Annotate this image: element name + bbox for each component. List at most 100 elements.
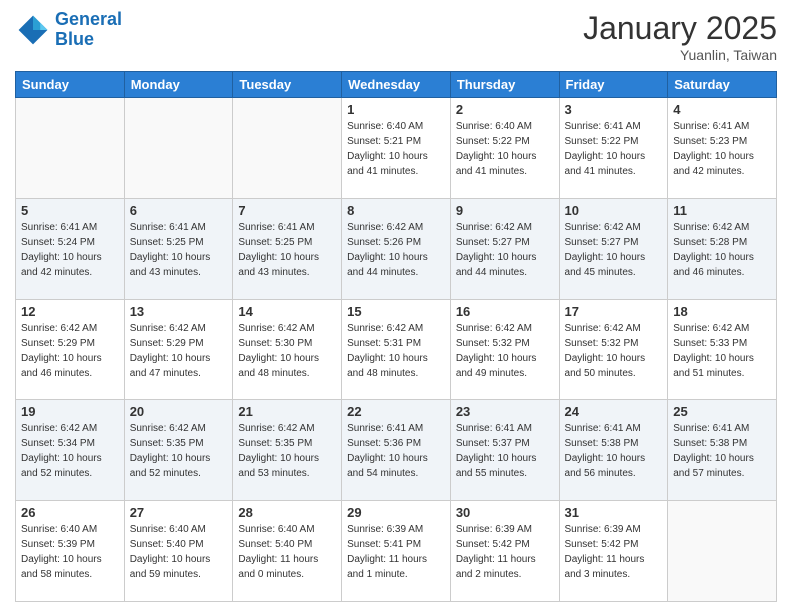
day-number: 27 bbox=[130, 505, 228, 520]
calendar-cell: 14 Sunrise: 6:42 AMSunset: 5:30 PMDayligh… bbox=[233, 299, 342, 400]
day-info: Sunrise: 6:41 AMSunset: 5:38 PMDaylight:… bbox=[673, 421, 771, 481]
day-number: 10 bbox=[565, 203, 663, 218]
day-number: 5 bbox=[21, 203, 119, 218]
calendar-cell: 7 Sunrise: 6:41 AMSunset: 5:25 PMDaylight… bbox=[233, 198, 342, 299]
day-number: 29 bbox=[347, 505, 445, 520]
month-title: January 2025 bbox=[583, 10, 777, 47]
week-row-3: 19 Sunrise: 6:42 AMSunset: 5:34 PMDayligh… bbox=[16, 400, 777, 501]
header: General Blue January 2025 Yuanlin, Taiwa… bbox=[15, 10, 777, 63]
calendar-cell: 29 Sunrise: 6:39 AMSunset: 5:41 PMDayligh… bbox=[342, 501, 451, 602]
day-info: Sunrise: 6:40 AMSunset: 5:40 PMDaylight:… bbox=[130, 522, 228, 582]
day-info: Sunrise: 6:40 AMSunset: 5:22 PMDaylight:… bbox=[456, 119, 554, 179]
col-header-tuesday: Tuesday bbox=[233, 72, 342, 98]
calendar-cell: 27 Sunrise: 6:40 AMSunset: 5:40 PMDayligh… bbox=[124, 501, 233, 602]
day-number: 31 bbox=[565, 505, 663, 520]
calendar-cell: 23Sunrise: 6:41 AMSunset: 5:37 PMDayligh… bbox=[450, 400, 559, 501]
day-info: Sunrise: 6:40 AMSunset: 5:21 PMDaylight:… bbox=[347, 119, 445, 179]
week-row-1: 5Sunrise: 6:41 AMSunset: 5:24 PMDaylight… bbox=[16, 198, 777, 299]
week-row-0: 1 Sunrise: 6:40 AMSunset: 5:21 PMDaylight… bbox=[16, 98, 777, 199]
day-number: 3 bbox=[565, 102, 663, 117]
day-number: 28 bbox=[238, 505, 336, 520]
calendar-cell: 6Sunrise: 6:41 AMSunset: 5:25 PMDaylight… bbox=[124, 198, 233, 299]
day-info: Sunrise: 6:42 AMSunset: 5:35 PMDaylight:… bbox=[238, 421, 336, 481]
day-number: 6 bbox=[130, 203, 228, 218]
calendar-cell: 12 Sunrise: 6:42 AMSunset: 5:29 PMDayligh… bbox=[16, 299, 125, 400]
col-header-saturday: Saturday bbox=[668, 72, 777, 98]
calendar-cell: 22Sunrise: 6:41 AMSunset: 5:36 PMDayligh… bbox=[342, 400, 451, 501]
day-number: 1 bbox=[347, 102, 445, 117]
logo-icon bbox=[15, 12, 51, 48]
day-number: 7 bbox=[238, 203, 336, 218]
day-info: Sunrise: 6:42 AMSunset: 5:29 PMDaylight:… bbox=[130, 321, 228, 381]
day-info: Sunrise: 6:40 AMSunset: 5:39 PMDaylight:… bbox=[21, 522, 119, 582]
calendar-cell: 20Sunrise: 6:42 AMSunset: 5:35 PMDayligh… bbox=[124, 400, 233, 501]
logo-blue: Blue bbox=[55, 29, 94, 49]
day-info: Sunrise: 6:41 AMSunset: 5:25 PMDaylight:… bbox=[238, 220, 336, 280]
day-info: Sunrise: 6:42 AMSunset: 5:34 PMDaylight:… bbox=[21, 421, 119, 481]
calendar-cell: 4 Sunrise: 6:41 AMSunset: 5:23 PMDaylight… bbox=[668, 98, 777, 199]
day-info: Sunrise: 6:42 AMSunset: 5:33 PMDaylight:… bbox=[673, 321, 771, 381]
calendar-cell: 30Sunrise: 6:39 AMSunset: 5:42 PMDayligh… bbox=[450, 501, 559, 602]
day-number: 9 bbox=[456, 203, 554, 218]
calendar-cell bbox=[233, 98, 342, 199]
day-info: Sunrise: 6:41 AMSunset: 5:36 PMDaylight:… bbox=[347, 421, 445, 481]
col-header-wednesday: Wednesday bbox=[342, 72, 451, 98]
day-info: Sunrise: 6:42 AMSunset: 5:30 PMDaylight:… bbox=[238, 321, 336, 381]
calendar-cell: 19 Sunrise: 6:42 AMSunset: 5:34 PMDayligh… bbox=[16, 400, 125, 501]
calendar-cell: 17 Sunrise: 6:42 AMSunset: 5:32 PMDayligh… bbox=[559, 299, 668, 400]
day-number: 23 bbox=[456, 404, 554, 419]
calendar-cell: 31 Sunrise: 6:39 AMSunset: 5:42 PMDayligh… bbox=[559, 501, 668, 602]
day-number: 25 bbox=[673, 404, 771, 419]
calendar-header-row: SundayMondayTuesdayWednesdayThursdayFrid… bbox=[16, 72, 777, 98]
day-info: Sunrise: 6:42 AMSunset: 5:31 PMDaylight:… bbox=[347, 321, 445, 381]
calendar-cell: 13 Sunrise: 6:42 AMSunset: 5:29 PMDayligh… bbox=[124, 299, 233, 400]
calendar-cell: 24Sunrise: 6:41 AMSunset: 5:38 PMDayligh… bbox=[559, 400, 668, 501]
calendar-cell bbox=[124, 98, 233, 199]
calendar-cell: 10Sunrise: 6:42 AMSunset: 5:27 PMDayligh… bbox=[559, 198, 668, 299]
day-number: 8 bbox=[347, 203, 445, 218]
calendar-cell bbox=[668, 501, 777, 602]
col-header-thursday: Thursday bbox=[450, 72, 559, 98]
day-info: Sunrise: 6:42 AMSunset: 5:28 PMDaylight:… bbox=[673, 220, 771, 280]
day-number: 15 bbox=[347, 304, 445, 319]
calendar-cell: 26Sunrise: 6:40 AMSunset: 5:39 PMDayligh… bbox=[16, 501, 125, 602]
day-info: Sunrise: 6:40 AMSunset: 5:40 PMDaylight:… bbox=[238, 522, 336, 582]
calendar-cell bbox=[16, 98, 125, 199]
day-info: Sunrise: 6:42 AMSunset: 5:35 PMDaylight:… bbox=[130, 421, 228, 481]
day-number: 2 bbox=[456, 102, 554, 117]
col-header-friday: Friday bbox=[559, 72, 668, 98]
day-info: Sunrise: 6:41 AMSunset: 5:22 PMDaylight:… bbox=[565, 119, 663, 179]
day-number: 4 bbox=[673, 102, 771, 117]
calendar-table: SundayMondayTuesdayWednesdayThursdayFrid… bbox=[15, 71, 777, 602]
day-number: 21 bbox=[238, 404, 336, 419]
calendar-cell: 16Sunrise: 6:42 AMSunset: 5:32 PMDayligh… bbox=[450, 299, 559, 400]
day-number: 30 bbox=[456, 505, 554, 520]
day-info: Sunrise: 6:42 AMSunset: 5:32 PMDaylight:… bbox=[565, 321, 663, 381]
calendar-cell: 9Sunrise: 6:42 AMSunset: 5:27 PMDaylight… bbox=[450, 198, 559, 299]
page: General Blue January 2025 Yuanlin, Taiwa… bbox=[0, 0, 792, 612]
day-info: Sunrise: 6:41 AMSunset: 5:23 PMDaylight:… bbox=[673, 119, 771, 179]
calendar-cell: 2 Sunrise: 6:40 AMSunset: 5:22 PMDaylight… bbox=[450, 98, 559, 199]
col-header-sunday: Sunday bbox=[16, 72, 125, 98]
day-info: Sunrise: 6:42 AMSunset: 5:29 PMDaylight:… bbox=[21, 321, 119, 381]
day-number: 14 bbox=[238, 304, 336, 319]
week-row-2: 12 Sunrise: 6:42 AMSunset: 5:29 PMDayligh… bbox=[16, 299, 777, 400]
day-number: 16 bbox=[456, 304, 554, 319]
logo-text: General Blue bbox=[55, 10, 122, 50]
day-info: Sunrise: 6:39 AMSunset: 5:41 PMDaylight:… bbox=[347, 522, 445, 582]
day-number: 19 bbox=[21, 404, 119, 419]
location: Yuanlin, Taiwan bbox=[583, 47, 777, 63]
calendar-cell: 25 Sunrise: 6:41 AMSunset: 5:38 PMDayligh… bbox=[668, 400, 777, 501]
calendar-cell: 15 Sunrise: 6:42 AMSunset: 5:31 PMDayligh… bbox=[342, 299, 451, 400]
day-number: 11 bbox=[673, 203, 771, 218]
logo-general: General bbox=[55, 9, 122, 29]
logo: General Blue bbox=[15, 10, 122, 50]
day-number: 17 bbox=[565, 304, 663, 319]
calendar-cell: 3 Sunrise: 6:41 AMSunset: 5:22 PMDaylight… bbox=[559, 98, 668, 199]
day-number: 13 bbox=[130, 304, 228, 319]
day-info: Sunrise: 6:39 AMSunset: 5:42 PMDaylight:… bbox=[565, 522, 663, 582]
calendar-cell: 28 Sunrise: 6:40 AMSunset: 5:40 PMDayligh… bbox=[233, 501, 342, 602]
col-header-monday: Monday bbox=[124, 72, 233, 98]
day-number: 12 bbox=[21, 304, 119, 319]
day-info: Sunrise: 6:42 AMSunset: 5:26 PMDaylight:… bbox=[347, 220, 445, 280]
